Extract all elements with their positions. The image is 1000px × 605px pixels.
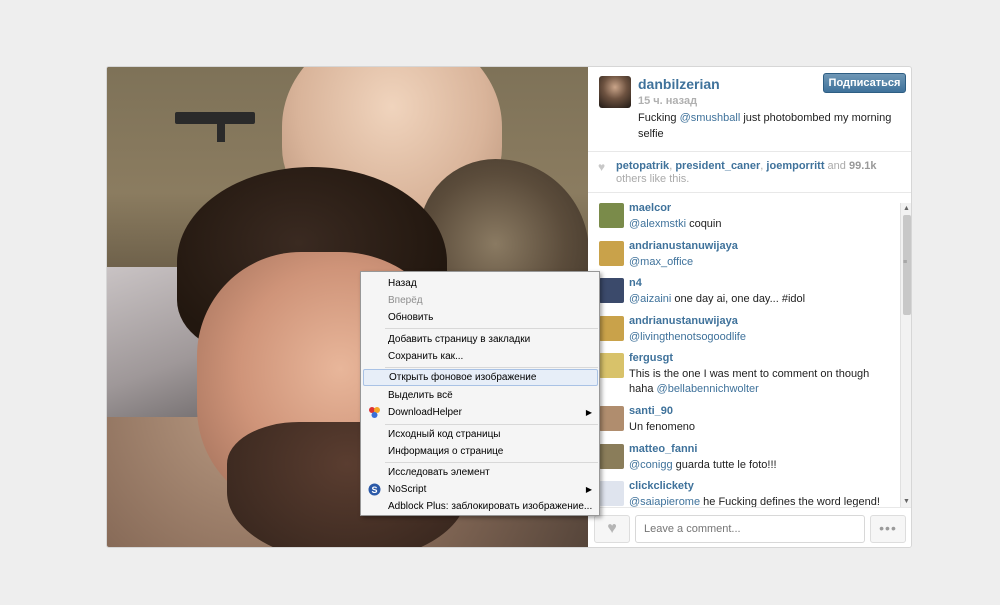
scroll-down-icon[interactable]: ▼ bbox=[903, 498, 910, 505]
comment-avatar[interactable] bbox=[599, 443, 624, 469]
photo-detail bbox=[175, 112, 255, 124]
comment-username[interactable]: maelcor bbox=[629, 202, 671, 214]
comments-scrollbar[interactable]: ▲ ≡ ▼ bbox=[900, 203, 911, 507]
list-item: fergusgt This is the one I was ment to c… bbox=[588, 347, 900, 400]
menu-item-bookmark[interactable]: Добавить страницу в закладки bbox=[363, 331, 598, 348]
comment-text: @conigg guarda tutte le foto!!! bbox=[629, 458, 895, 473]
menu-item-back[interactable]: Назад bbox=[363, 275, 598, 292]
list-item: andrianustanuwijaya @livingthenotsogoodl… bbox=[588, 310, 900, 348]
comment-text: This is the one I was ment to comment on… bbox=[629, 367, 895, 397]
more-options-button[interactable]: ••• bbox=[870, 515, 906, 543]
caption-text: Fucking bbox=[638, 112, 680, 124]
comment-text: @livingthenotsogoodlife bbox=[629, 330, 895, 345]
comment-username[interactable]: clickclickety bbox=[629, 480, 694, 492]
comment-avatar[interactable] bbox=[599, 240, 624, 266]
comment-mention-link[interactable]: @alexmstki bbox=[629, 218, 686, 230]
likes-count[interactable]: 99.1k bbox=[849, 160, 877, 172]
menu-divider bbox=[385, 462, 598, 463]
comments-list[interactable]: maelcor @alexmstki coquin andrianustanuw… bbox=[588, 197, 900, 507]
comment-input[interactable] bbox=[635, 515, 865, 543]
comment-avatar[interactable] bbox=[599, 481, 624, 506]
avatar[interactable] bbox=[599, 76, 631, 108]
comment-mention-link[interactable]: @conigg bbox=[629, 459, 673, 471]
comment-mention-link[interactable]: @max_office bbox=[629, 256, 693, 268]
comment-text: Un fenomeno bbox=[629, 420, 895, 435]
menu-item-page-info[interactable]: Информация о странице bbox=[363, 443, 598, 460]
svg-text:S: S bbox=[371, 485, 377, 495]
comment-username[interactable]: santi_90 bbox=[629, 405, 673, 417]
heart-icon: ♥ bbox=[598, 160, 606, 174]
post-caption: Fucking @smushball just photobombed my m… bbox=[638, 110, 898, 142]
follow-button[interactable]: Подписаться bbox=[823, 73, 906, 93]
like-button[interactable]: ♥ bbox=[594, 515, 630, 543]
comment-body: one day ai, one day... #idol bbox=[671, 293, 806, 305]
caption-mention-link[interactable]: @smushball bbox=[680, 112, 741, 124]
menu-item-forward[interactable]: Вперёд bbox=[363, 292, 598, 309]
menu-item-label: DownloadHelper bbox=[388, 407, 462, 418]
liker-link[interactable]: joemporritt bbox=[766, 160, 824, 172]
menu-divider bbox=[385, 328, 598, 329]
liker-link[interactable]: president_caner bbox=[675, 160, 760, 172]
username-link[interactable]: danbilzerian bbox=[638, 76, 720, 92]
comment-text: @aizaini one day ai, one day... #idol bbox=[629, 292, 895, 307]
comment-avatar[interactable] bbox=[599, 203, 624, 228]
comment-text: @max_office bbox=[629, 255, 895, 270]
menu-item-noscript[interactable]: S NoScript ▶ bbox=[363, 481, 598, 498]
comment-avatar[interactable] bbox=[599, 353, 624, 378]
comment-avatar[interactable] bbox=[599, 278, 624, 303]
post-timestamp: 15 ч. назад bbox=[638, 95, 698, 107]
comment-mention-link[interactable]: @bellabennichwolter bbox=[657, 383, 759, 395]
comment-body: guarda tutte le foto!!! bbox=[672, 458, 777, 471]
menu-item-save-as[interactable]: Сохранить как... bbox=[363, 348, 598, 365]
menu-item-open-background-image[interactable]: Открыть фоновое изображение bbox=[363, 369, 598, 386]
comment-body: coquin bbox=[686, 218, 722, 230]
comment-avatar[interactable] bbox=[599, 315, 624, 341]
likes-text: petopatrik, president_caner, joemporritt… bbox=[616, 160, 906, 186]
menu-item-downloadhelper[interactable]: DownloadHelper ▶ bbox=[363, 404, 598, 421]
comment-body: Un fenomeno bbox=[629, 421, 696, 433]
comment-mention-link[interactable]: @aizaini bbox=[629, 293, 671, 305]
list-item: n4 @aizaini one day ai, one day... #idol bbox=[588, 272, 900, 310]
menu-item-inspect[interactable]: Исследовать элемент bbox=[363, 464, 598, 481]
scroll-up-icon[interactable]: ▲ bbox=[903, 205, 910, 212]
menu-item-select-all[interactable]: Выделить всё bbox=[363, 387, 598, 404]
menu-divider bbox=[385, 424, 598, 425]
downloadhelper-icon bbox=[369, 407, 380, 418]
list-item: maelcor @alexmstki coquin bbox=[588, 197, 900, 235]
submenu-arrow-icon: ▶ bbox=[585, 408, 592, 417]
comment-bar: ♥ ••• bbox=[588, 507, 911, 547]
comment-text: @alexmstki coquin bbox=[629, 217, 895, 232]
menu-item-adblock[interactable]: Adblock Plus: заблокировать изображение.… bbox=[363, 498, 598, 515]
likes-and: and bbox=[824, 160, 849, 172]
likes-summary: ♥ petopatrik, president_caner, joemporri… bbox=[588, 151, 911, 193]
comment-avatar[interactable] bbox=[599, 406, 624, 431]
comment-text: @saiapierome he Fucking defines the word… bbox=[629, 495, 895, 507]
menu-divider bbox=[385, 367, 598, 368]
menu-item-label: NoScript bbox=[388, 484, 427, 495]
comment-username[interactable]: n4 bbox=[629, 277, 642, 289]
submenu-arrow-icon: ▶ bbox=[585, 485, 592, 494]
list-item: matteo_fanni @conigg guarda tutte le fot… bbox=[588, 438, 900, 476]
comment-username[interactable]: andrianustanuwijaya bbox=[629, 315, 738, 327]
list-item: clickclickety @saiapierome he Fucking de… bbox=[588, 475, 900, 507]
list-item: santi_90 Un fenomeno bbox=[588, 400, 900, 438]
context-menu: Назад Вперёд Обновить Добавить страницу … bbox=[360, 271, 600, 516]
likes-others: others like this. bbox=[616, 173, 690, 185]
noscript-icon: S bbox=[368, 483, 381, 496]
post-sidebar: danbilzerian 15 ч. назад Подписаться Fuc… bbox=[588, 67, 911, 547]
heart-icon: ♥ bbox=[607, 520, 617, 537]
scrollbar-grip-icon: ≡ bbox=[903, 259, 908, 266]
comment-username[interactable]: andrianustanuwijaya bbox=[629, 240, 738, 252]
comment-mention-link[interactable]: @saiapierome bbox=[629, 496, 700, 507]
photo-detail bbox=[217, 122, 225, 142]
liker-link[interactable]: petopatrik bbox=[616, 160, 669, 172]
comment-body: he Fucking defines the word legend! bbox=[700, 496, 880, 507]
post-header: danbilzerian 15 ч. назад Подписаться Fuc… bbox=[588, 67, 911, 145]
comment-username[interactable]: fergusgt bbox=[629, 352, 673, 364]
menu-item-reload[interactable]: Обновить bbox=[363, 309, 598, 326]
list-item: andrianustanuwijaya @max_office bbox=[588, 235, 900, 273]
comment-mention-link[interactable]: @livingthenotsogoodlife bbox=[629, 331, 746, 343]
menu-item-view-source[interactable]: Исходный код страницы bbox=[363, 426, 598, 443]
comment-username[interactable]: matteo_fanni bbox=[629, 443, 697, 455]
